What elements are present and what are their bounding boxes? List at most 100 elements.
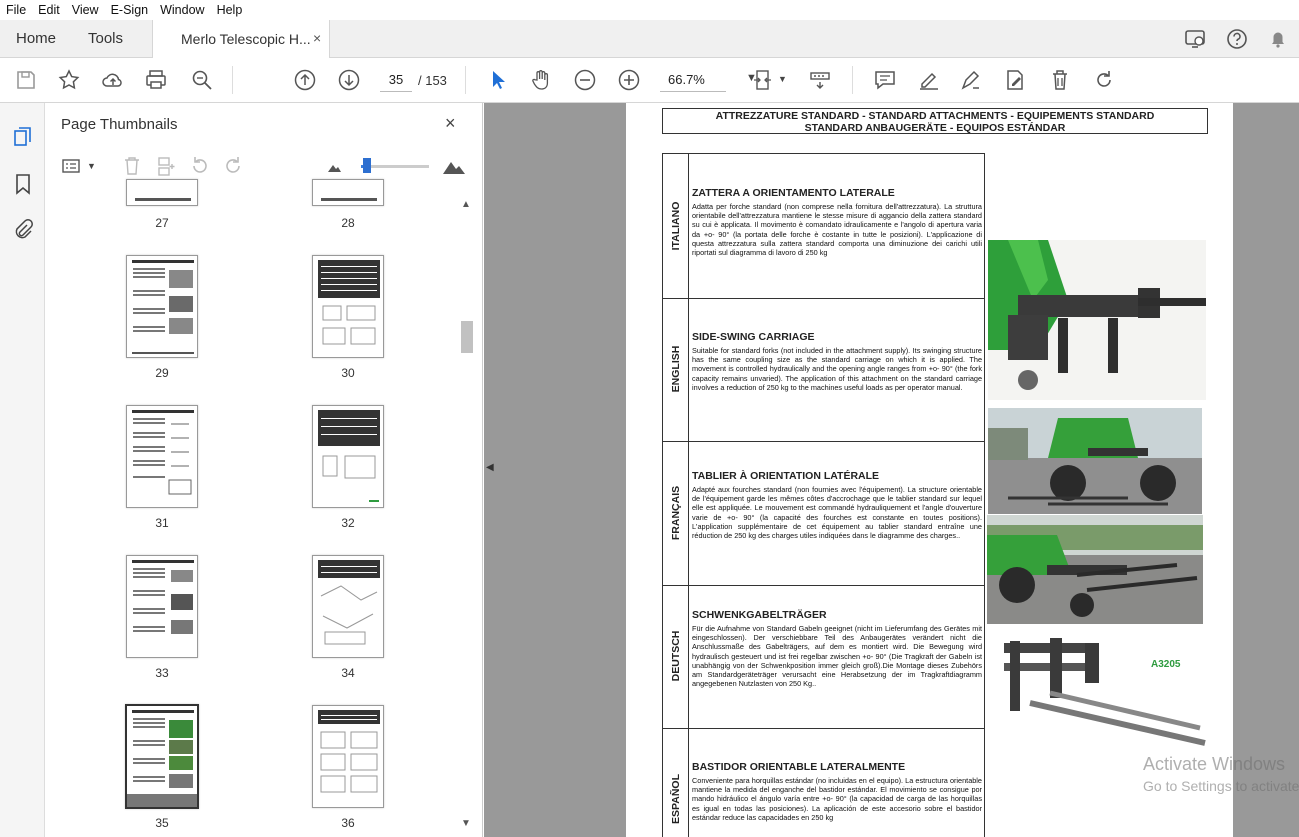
collapse-panel-icon[interactable]: ◀ [486,462,494,473]
language-table: ITALIANO ENGLISH FRANÇAIS DEUTSCH ESPAÑO… [662,153,985,837]
small-mountain-icon[interactable] [326,159,342,175]
edit-document-icon[interactable] [1003,68,1027,92]
section-title: ZATTERA A ORIENTAMENTO LATERALE [692,187,895,199]
section-english: SIDE-SWING CARRIAGE Suitable for standar… [689,298,985,441]
thumbnail-number: 30 [341,366,355,380]
thumbnail-number: 27 [155,216,169,230]
thumb-insert-icon[interactable] [155,155,177,177]
menu-window[interactable]: Window [154,0,210,20]
section-title: TABLIER À ORIENTATION LATÉRALE [692,470,880,482]
zoom-level-input[interactable]: 66.7% [660,68,726,92]
thumbnail-size-slider[interactable] [361,165,429,168]
photo-side-swing-carriage-closeup [988,240,1206,400]
thumbnail-number: 31 [155,516,169,530]
rotate-icon[interactable] [1092,68,1116,92]
comment-icon[interactable] [873,68,897,92]
section-deutsch: SCHWENKGABELTRÄGER Für die Aufnahme von … [689,585,985,728]
thumbnail-page-36[interactable] [312,705,384,808]
section-espanol: BASTIDOR ORIENTABLE LATERALMENTE Conveni… [689,728,985,837]
menu-help[interactable]: Help [211,0,249,20]
activation-watermark-title: Activate Windows [1143,754,1286,774]
zoom-out-icon[interactable] [573,68,597,92]
thumbnail-number: 32 [341,516,355,530]
thumbnail-options-icon[interactable] [61,155,83,177]
scroll-down-icon[interactable]: ▼ [461,818,471,829]
thumbnail-page-35[interactable] [125,704,199,809]
delete-icon[interactable] [1048,68,1072,92]
lang-label-espanol: ESPAÑOL [670,774,682,824]
activation-watermark-subtitle: Go to Settings to activate [1143,778,1299,794]
scrollbar-thumb[interactable] [461,321,473,353]
tab-home[interactable]: Home [16,30,56,47]
page-fit-dropdown-icon[interactable]: ▼ [778,74,787,84]
help-icon[interactable] [1226,28,1248,50]
tab-document-label: Merlo Telescopic H... [181,31,311,47]
lang-label-deutsch: DEUTSCH [670,630,682,682]
print-icon[interactable] [144,68,168,92]
page-thumbnails-icon[interactable] [12,126,34,148]
product-code: A3205 [1151,659,1181,670]
zoom-in-icon[interactable] [617,68,641,92]
menu-bar: File Edit View E-Sign Window Help [0,0,1299,20]
thumb-delete-icon[interactable] [121,155,143,177]
page-fit-icon[interactable] [752,68,776,92]
section-body: Adatta per forche standard (non comprese… [692,202,982,258]
bookmark-star-icon[interactable] [57,68,81,92]
upload-cloud-icon[interactable] [101,68,125,92]
rotate-left-icon[interactable] [189,155,211,177]
drawing-a3205-attachment [990,633,1208,761]
tab-close-icon[interactable]: × [313,30,321,46]
panel-close-icon[interactable]: × [445,113,456,134]
tab-bar: Home Tools Merlo Telescopic H... × [0,20,1299,59]
section-francais: TABLIER À ORIENTATION LATÉRALE Adapté au… [689,441,985,585]
sign-pen-icon[interactable] [959,68,983,92]
scroll-up-icon[interactable]: ▲ [461,199,471,210]
panel-title: Page Thumbnails [61,116,178,133]
thumbnail-page-31[interactable] [126,405,198,508]
left-rail [0,103,45,837]
thumbnail-page-29[interactable] [126,255,198,358]
tab-document[interactable]: Merlo Telescopic H... × [152,20,330,59]
attachments-icon[interactable] [12,219,34,241]
scroll-mode-icon[interactable] [808,68,832,92]
share-screen-icon[interactable] [1184,28,1206,50]
hand-tool-icon[interactable] [529,68,553,92]
notification-bell-icon[interactable] [1267,28,1289,50]
previous-page-icon[interactable] [293,68,317,92]
pdf-page: ATTREZZATURE STANDARD - STANDARD ATTACHM… [626,103,1233,837]
save-icon[interactable] [14,68,38,92]
highlight-pen-icon[interactable] [917,68,941,92]
thumbnail-page-34[interactable] [312,555,384,658]
thumbnail-page-30[interactable] [312,255,384,358]
section-body: Suitable for standard forks (not include… [692,346,982,392]
section-body: Conveniente para horquillas estándar (no… [692,776,982,822]
page-total: / 153 [418,73,447,88]
menu-file[interactable]: File [0,0,32,20]
zoom-search-icon[interactable] [190,68,214,92]
thumbnail-page-28[interactable] [312,179,384,206]
thumbnail-page-32[interactable] [312,405,384,508]
menu-esign[interactable]: E-Sign [105,0,155,20]
tab-tools[interactable]: Tools [88,30,123,47]
thumbnail-number: 36 [341,816,355,830]
section-title: SIDE-SWING CARRIAGE [692,331,815,343]
header-line-2: STANDARD ANBAUGERÄTE - EQUIPOS ESTÁNDAR [804,122,1066,134]
next-page-icon[interactable] [337,68,361,92]
bookmarks-icon[interactable] [12,173,34,195]
select-cursor-icon[interactable] [486,68,510,92]
thumbnail-number: 29 [155,366,169,380]
menu-view[interactable]: View [66,0,105,20]
thumbnail-number: 33 [155,666,169,680]
page-number-input[interactable]: 35 [380,68,412,92]
slider-knob[interactable] [363,158,371,173]
section-italiano: ZATTERA A ORIENTAMENTO LATERALE Adatta p… [689,154,985,298]
rotate-right-icon[interactable] [222,155,244,177]
thumbnail-page-33[interactable] [126,555,198,658]
thumbnail-page-27[interactable] [126,179,198,206]
thumbnail-number: 28 [341,216,355,230]
menu-edit[interactable]: Edit [32,0,66,20]
thumbnail-options-dropdown-icon[interactable]: ▼ [87,161,96,171]
main-toolbar: 35 / 153 66.7% ▼ ▼ [0,58,1299,103]
page-header: ATTREZZATURE STANDARD - STANDARD ATTACHM… [662,108,1208,134]
large-mountain-icon[interactable] [442,155,466,177]
